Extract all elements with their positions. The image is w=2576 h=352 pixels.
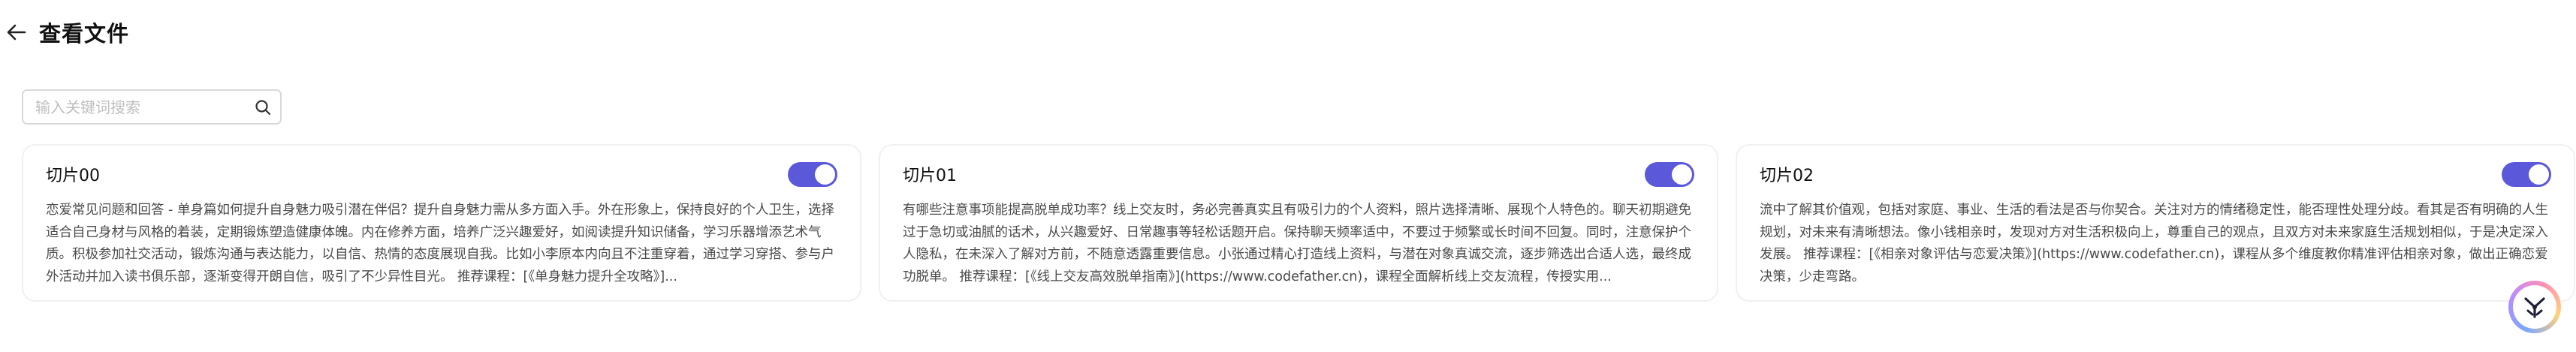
search-input[interactable] bbox=[35, 98, 253, 116]
arrow-left-icon bbox=[7, 24, 26, 41]
toggle-knob bbox=[2529, 164, 2549, 185]
slice-card-list: 切片00 恋爱常见问题和回答 - 单身篇如何提升自身魅力吸引潜在伴侣？提升自身魅… bbox=[22, 144, 2575, 302]
card-content: 恋爱常见问题和回答 - 单身篇如何提升自身魅力吸引潜在伴侣？提升自身魅力需从多方… bbox=[46, 203, 834, 284]
slice-card: 切片00 恋爱常见问题和回答 - 单身篇如何提升自身魅力吸引潜在伴侣？提升自身魅… bbox=[22, 144, 861, 302]
enable-toggle[interactable] bbox=[1645, 161, 1694, 187]
toggle-knob bbox=[1672, 164, 1692, 185]
enable-toggle[interactable] bbox=[788, 161, 837, 187]
card-title: 切片01 bbox=[903, 167, 957, 185]
card-title: 切片02 bbox=[1760, 167, 1814, 185]
card-header: 切片02 bbox=[1760, 159, 2551, 189]
assistant-fab-button[interactable] bbox=[2508, 281, 2561, 333]
card-content: 有哪些注意事项能提高脱单成功率？线上交友时，务必完善真实且有吸引力的个人资料，照… bbox=[903, 203, 1691, 284]
card-content: 流中了解其价值观，包括对家庭、事业、生活的看法是否与你契合。关注对方的情绪稳定性… bbox=[1760, 203, 2548, 284]
card-title: 切片00 bbox=[46, 167, 100, 185]
slice-card: 切片02 流中了解其价值观，包括对家庭、事业、生活的看法是否与你契合。关注对方的… bbox=[1736, 144, 2575, 302]
back-button[interactable] bbox=[0, 16, 33, 49]
search-box[interactable] bbox=[22, 89, 282, 125]
card-header: 切片00 bbox=[46, 159, 837, 189]
toggle-knob bbox=[815, 164, 835, 185]
card-header: 切片01 bbox=[903, 159, 1694, 189]
page-header: 查看文件 bbox=[0, 11, 129, 54]
search-icon[interactable] bbox=[253, 98, 273, 117]
enable-toggle[interactable] bbox=[2502, 161, 2551, 187]
assistant-logo-icon bbox=[2513, 285, 2556, 329]
page-title: 查看文件 bbox=[39, 21, 130, 47]
slice-card: 切片01 有哪些注意事项能提高脱单成功率？线上交友时，务必完善真实且有吸引力的个… bbox=[879, 144, 1718, 302]
